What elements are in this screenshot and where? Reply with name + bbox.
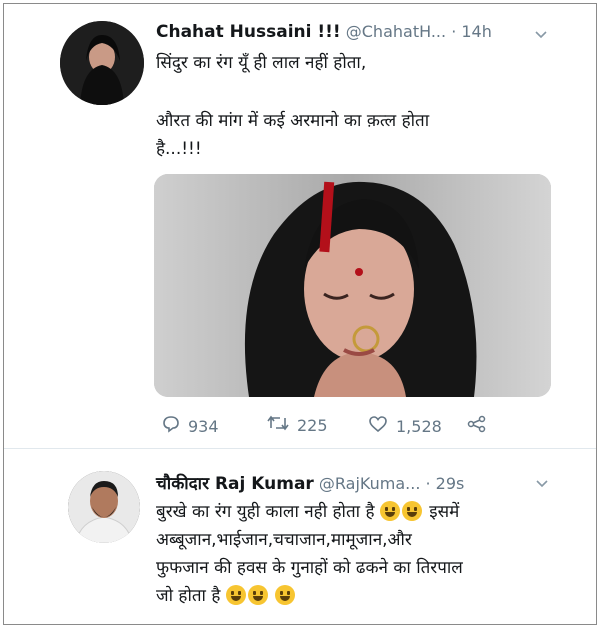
share-button[interactable] (467, 415, 487, 437)
tweet-text-line: जो होता है (156, 585, 297, 607)
tweet-text-line: फुफजान की हवस के गुनाहों को ढकने का तिरप… (156, 558, 463, 578)
timestamp[interactable]: · 29s (426, 474, 465, 493)
reply-icon (162, 415, 180, 437)
like-count: 1,528 (396, 416, 442, 436)
author-name[interactable]: चौकीदार Raj Kumar (156, 474, 314, 494)
share-icon (467, 415, 487, 437)
tweet-text-line: है...!!! (156, 139, 202, 159)
author-name[interactable]: Chahat Hussaini !!! (156, 22, 341, 42)
tweet-text: जो होता है (156, 586, 221, 606)
grin-emoji-icon (401, 501, 422, 521)
tweet-1-header: Chahat Hussaini !!! @ChahatH... · 14h (156, 22, 492, 42)
smile-emoji-icon (275, 585, 296, 605)
tweet-text: इसमें (429, 502, 460, 522)
avatar[interactable] (68, 471, 140, 543)
retweet-icon (267, 415, 289, 435)
tweet-text: बुरखे का रंग युही काला नही होता है (156, 502, 375, 522)
tweet-text-line: सिंदुर का रंग यूँ ही लाल नहीं होता, (156, 53, 367, 73)
screenshot-frame: Chahat Hussaini !!! @ChahatH... · 14h सि… (3, 3, 597, 625)
thinking-emoji-icon (379, 501, 400, 521)
reply-count: 934 (188, 416, 219, 436)
heart-icon (368, 415, 388, 437)
retweet-count: 225 (297, 415, 328, 435)
tweet-text-line: औरत की मांग में कई अरमानो का क़त्ल होता (156, 111, 430, 131)
chevron-down-icon[interactable] (535, 28, 547, 42)
tweet-text-line: अब्बूजान,भाईजान,चचाजान,मामूजान,और (156, 530, 412, 550)
retweet-button[interactable]: 225 (267, 415, 328, 435)
chevron-down-icon[interactable] (536, 477, 548, 491)
reply-button[interactable]: 934 (162, 415, 219, 437)
like-button[interactable]: 1,528 (368, 415, 442, 437)
tweet-2-header: चौकीदार Raj Kumar @RajKuma... · 29s (156, 471, 464, 494)
timestamp[interactable]: · 14h (451, 22, 492, 41)
laughing-emoji-icon (225, 585, 246, 605)
laughing-emoji-icon (247, 585, 268, 605)
avatar[interactable] (60, 21, 144, 105)
author-handle[interactable]: @ChahatH... (346, 22, 446, 41)
tweet-2[interactable]: चौकीदार Raj Kumar @RajKuma... · 29s बुरख… (4, 449, 596, 624)
tweet-text-line: बुरखे का रंग युही काला नही होता है इसमें (156, 501, 459, 523)
tweet-1[interactable]: Chahat Hussaini !!! @ChahatH... · 14h सि… (4, 4, 596, 448)
author-handle[interactable]: @RajKuma... (319, 474, 421, 493)
tweet-image[interactable] (154, 174, 551, 397)
